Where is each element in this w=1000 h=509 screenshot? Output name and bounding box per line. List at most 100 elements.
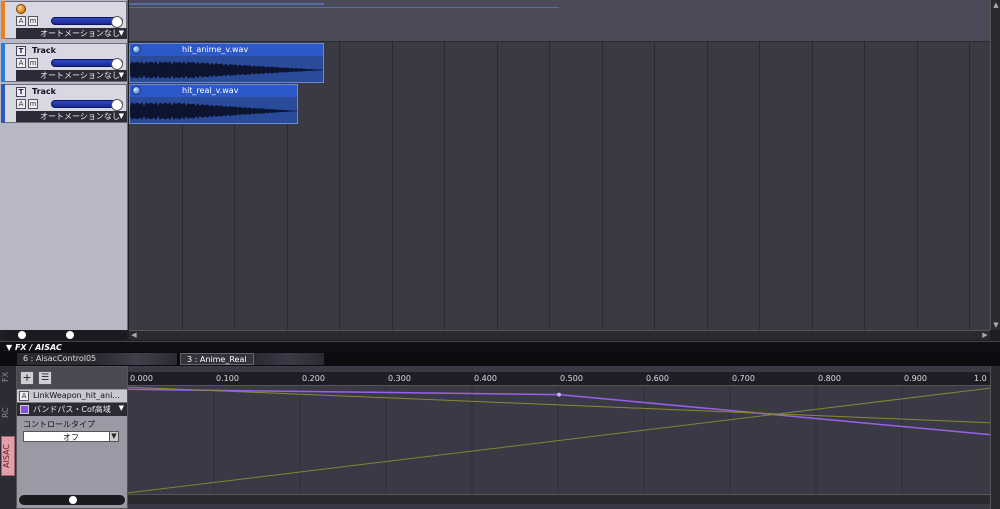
grid-line (549, 42, 550, 330)
mixer-icon[interactable]: m (28, 16, 38, 26)
aisac-list-scrollbar[interactable] (19, 495, 125, 505)
curve-olive-falling[interactable] (128, 386, 990, 424)
clip-orb-icon (132, 45, 141, 54)
side-tab-aisac[interactable]: AISAC (1, 436, 15, 476)
scroll-left-icon[interactable]: ◀ (129, 331, 139, 341)
aisac-toolbar: + ☰ (17, 367, 127, 389)
grid-line (339, 42, 340, 330)
timeline[interactable]: hit_anime_v.wav hit_real_v.wav (129, 0, 990, 330)
track-zoom-slider[interactable] (4, 330, 126, 340)
clip-name: hit_anime_v.wav (182, 45, 249, 54)
automation-dropdown[interactable]: オートメーションなし ▼ (16, 70, 127, 81)
automation-icon: A (19, 391, 29, 401)
aisac-item[interactable]: A LinkWeapon_hit_ani... (17, 390, 127, 403)
volume-slider[interactable] (51, 58, 123, 70)
scroll-up-icon[interactable]: ▲ (991, 0, 1000, 10)
side-tab-fx[interactable]: FX (1, 366, 15, 388)
ruler-tick-label: 0.400 (474, 374, 497, 383)
aisac-curve-canvas[interactable] (128, 386, 990, 494)
waveform (130, 61, 323, 79)
parameter-color-swatch (20, 405, 29, 414)
mixer-icon[interactable]: m (28, 99, 38, 109)
timeline-vertical-scrollbar[interactable]: ▲ ▼ (990, 0, 1000, 330)
aisac-parameter-dropdown[interactable]: バンドパス・Cof高域 ▼ (17, 403, 127, 416)
automation-icon[interactable]: A (16, 16, 26, 26)
audio-clip[interactable]: hit_real_v.wav (129, 84, 298, 124)
grid-line (916, 42, 918, 330)
fx-aisac-title[interactable]: ▼ FX / AISAC (6, 343, 62, 352)
master-track-header[interactable]: A m オートメーションなし ▼ (1, 1, 127, 39)
aisac-graph[interactable]: 0.000 0.100 0.200 0.300 0.400 0.500 0.600 0.700… (128, 366, 990, 509)
aisac-panel: + ☰ A LinkWeapon_hit_ani... バンドパス・Cof高域 … (16, 366, 128, 509)
master-lane (129, 0, 990, 42)
graph-vertical-scrollbar[interactable] (990, 366, 1000, 509)
ruler-tick-label: 0.600 (646, 374, 669, 383)
master-range-line (129, 7, 559, 8)
side-tab-rc[interactable]: RC (1, 402, 15, 424)
curve-point[interactable] (557, 392, 561, 397)
dropdown-arrow-icon: ▼ (118, 404, 124, 412)
tab-aisac-control[interactable]: 6 : AisacControl05 (17, 353, 97, 365)
waveform-shape (130, 61, 323, 79)
track-color-bar (1, 1, 5, 39)
zoom-knob[interactable] (18, 331, 26, 339)
track-type-icon: T (16, 46, 26, 56)
volume-slider[interactable] (51, 16, 123, 28)
grid-line (496, 42, 498, 330)
clip-name: hit_real_v.wav (182, 86, 239, 95)
grid-line (601, 42, 603, 330)
scroll-knob[interactable] (69, 496, 77, 504)
dropdown-arrow-icon[interactable]: ▼ (109, 431, 119, 442)
scroll-down-icon[interactable]: ▼ (991, 320, 1000, 330)
timeline-horizontal-scrollbar[interactable]: ◀ ▶ (129, 330, 990, 340)
fx-aisac-header[interactable]: ▼ FX / AISAC (0, 341, 1000, 352)
curve-olive-rising[interactable] (128, 387, 990, 494)
track-color-bar (1, 84, 5, 123)
track-header-1[interactable]: T Track A m オートメーションなし ▼ (1, 43, 127, 82)
graph-horizontal-scrollbar[interactable] (128, 494, 990, 504)
track-type-icon: T (16, 87, 26, 97)
clip-orb-icon (132, 86, 141, 95)
track-name[interactable]: Track (32, 46, 56, 55)
scroll-right-icon[interactable]: ▶ (980, 331, 990, 341)
zoom-knob[interactable] (66, 331, 74, 339)
automation-dropdown[interactable]: オートメーションなし ▼ (16, 28, 127, 39)
daw-window: A m オートメーションなし ▼ T Track A m オートメーションなし ▼ … (0, 0, 1000, 509)
master-orb-icon (16, 4, 26, 14)
ruler-tick-label: 0.700 (732, 374, 755, 383)
ruler-tick-label: 0.200 (302, 374, 325, 383)
track-small-icons: A m (16, 16, 38, 26)
grid-line (391, 42, 393, 330)
volume-slider[interactable] (51, 99, 123, 111)
ruler-tick-label: 0.300 (388, 374, 411, 383)
automation-icon[interactable]: A (16, 99, 26, 109)
add-aisac-button[interactable]: + (20, 371, 34, 385)
track-list-panel: A m オートメーションなし ▼ T Track A m オートメーションなし ▼ … (0, 0, 128, 330)
grid-line (969, 42, 970, 330)
tab-filler (254, 353, 324, 365)
track-name[interactable]: Track (32, 87, 56, 96)
control-type-label: コントロールタイプ (23, 420, 95, 429)
track-header-2[interactable]: T Track A m オートメーションなし ▼ (1, 84, 127, 123)
track-small-icons: A m (16, 58, 38, 68)
list-icon[interactable]: ☰ (38, 371, 52, 385)
waveform (130, 102, 297, 120)
aisac-tabs: 6 : AisacControl05 3 : Anime_Real (0, 352, 1000, 366)
audio-clip[interactable]: hit_anime_v.wav (129, 43, 324, 83)
track-color-bar (1, 43, 5, 82)
control-type-select[interactable]: オフ (23, 431, 119, 442)
dropdown-arrow-icon: ▼ (118, 112, 124, 120)
track-small-icons: A m (16, 99, 38, 109)
tab-anime-real[interactable]: 3 : Anime_Real (180, 353, 254, 365)
mixer-icon[interactable]: m (28, 58, 38, 68)
automation-label: オートメーションなし (40, 29, 120, 38)
automation-icon[interactable]: A (16, 58, 26, 68)
ruler-tick-label: 0.800 (818, 374, 841, 383)
dropdown-arrow-icon: ▼ (118, 29, 124, 37)
grid-line (759, 42, 760, 330)
automation-dropdown[interactable]: オートメーションなし ▼ (16, 111, 127, 122)
fx-title-text: FX / AISAC (14, 343, 62, 352)
grid-line (811, 42, 813, 330)
grid-line (864, 42, 865, 330)
side-tabs: FX RC AISAC (0, 366, 16, 509)
